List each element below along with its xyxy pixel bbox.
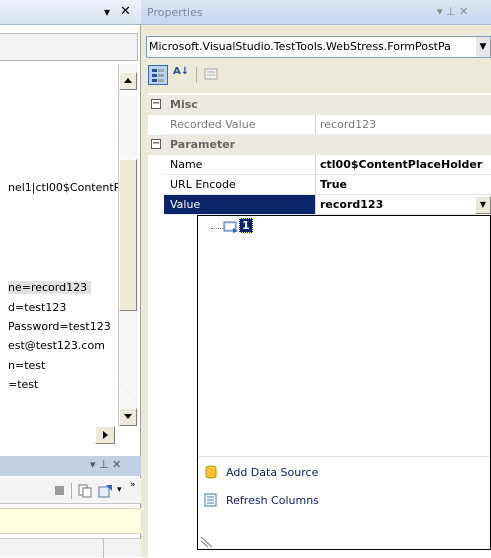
- list-item-selected[interactable]: ne=record123: [8, 281, 92, 294]
- collapse-icon[interactable]: −: [151, 139, 161, 149]
- refresh-columns-icon: [204, 493, 217, 507]
- property-name-selected: Value: [164, 195, 316, 215]
- property-value-input[interactable]: record123: [316, 195, 474, 215]
- left-panel-header: ▾ ✕: [0, 0, 141, 25]
- object-selector-dropdown[interactable]: Microsoft.VisualStudio.TestTools.WebStre…: [146, 36, 491, 58]
- collapse-icon[interactable]: −: [151, 99, 161, 109]
- properties-title-bar: Properties ▾ ⊥ ✕: [141, 0, 491, 25]
- sort-alpha-icon: A↓: [173, 66, 190, 77]
- properties-title: Properties: [147, 6, 203, 19]
- add-data-source-label: Add Data Source: [226, 466, 319, 479]
- left-panel-toolbar: [0, 33, 138, 61]
- close-icon[interactable]: ✕: [120, 4, 131, 19]
- object-selector-value: Microsoft.VisualStudio.TestTools.WebStre…: [149, 40, 451, 53]
- list-item[interactable]: nel1|ctl00$ContentPl: [8, 181, 118, 194]
- lower-tool-window-header: ▾ ⊥ ✕: [0, 456, 141, 476]
- export-icon[interactable]: [98, 483, 114, 499]
- scroll-thumb[interactable]: [119, 159, 137, 311]
- property-row-value[interactable]: Value record123 ▼: [148, 195, 491, 215]
- category-parameter[interactable]: − Parameter: [148, 135, 491, 155]
- categorized-icon: [152, 69, 164, 82]
- refresh-columns-label: Refresh Columns: [226, 494, 319, 507]
- dropdown-separator: [198, 456, 490, 457]
- vertical-scrollbar[interactable]: [118, 64, 138, 426]
- property-row-name[interactable]: Name ctl00$ContentPlaceHolder: [148, 155, 491, 175]
- resize-grip-icon[interactable]: [200, 534, 214, 548]
- column-divider: [103, 539, 104, 558]
- list-item[interactable]: Password=test123: [8, 320, 111, 333]
- tree-node-label[interactable]: 1: [239, 218, 253, 233]
- column-header-strip: [0, 538, 141, 558]
- scroll-right-arrow[interactable]: [95, 426, 115, 444]
- category-misc[interactable]: − Misc: [148, 95, 491, 115]
- toolbar-separator: [71, 483, 72, 499]
- scroll-up-arrow[interactable]: [119, 72, 137, 90]
- category-label: Misc: [170, 98, 198, 111]
- left-panel-content: nel1|ctl00$ContentPl ne=record123 d=test…: [0, 64, 118, 426]
- value-dropdown-button[interactable]: ▼: [475, 196, 491, 214]
- property-pages-icon: [204, 68, 218, 80]
- list-item[interactable]: =test: [8, 378, 38, 391]
- copy-icon[interactable]: [78, 484, 92, 498]
- list-item[interactable]: d=test123: [8, 301, 66, 314]
- property-row-url-encode[interactable]: URL Encode True: [148, 175, 491, 195]
- chevron-down-icon[interactable]: ▼: [476, 37, 490, 57]
- list-item[interactable]: est@test123.com: [8, 339, 105, 352]
- property-name: URL Encode: [164, 175, 316, 195]
- lower-toolbar: ▾ »: [0, 478, 141, 504]
- property-pages-button[interactable]: [202, 65, 222, 85]
- data-binding-dropdown: 1 Add Data Source Refresh Columns: [197, 215, 491, 550]
- property-value[interactable]: ctl00$ContentPlaceHolder: [316, 155, 491, 175]
- dropdown-arrow-icon[interactable]: ▾: [117, 485, 122, 495]
- data-source-node-icon[interactable]: [223, 220, 239, 234]
- left-panel: ▾ ✕ nel1|ctl00$ContentPl ne=record123 d=…: [0, 0, 141, 558]
- property-value[interactable]: True: [316, 175, 491, 195]
- refresh-columns-link[interactable]: Refresh Columns: [202, 492, 402, 510]
- categorized-button[interactable]: [148, 65, 168, 85]
- info-bar: [0, 508, 141, 534]
- window-position-icon[interactable]: ▾: [104, 5, 110, 19]
- stop-icon[interactable]: [55, 486, 64, 495]
- toolbar-overflow-icon[interactable]: »: [130, 480, 136, 490]
- property-row-recorded-value[interactable]: Recorded Value record123: [148, 115, 491, 135]
- properties-toolbar: A↓: [146, 63, 491, 87]
- list-item[interactable]: n=test: [8, 359, 45, 372]
- window-controls-icons[interactable]: ▾ ⊥ ✕: [437, 5, 468, 18]
- alphabetical-button[interactable]: A↓: [172, 65, 192, 85]
- category-label: Parameter: [170, 138, 236, 151]
- property-value: record123: [316, 115, 491, 135]
- scroll-down-arrow[interactable]: [119, 408, 137, 426]
- add-data-source-link[interactable]: Add Data Source: [202, 464, 402, 482]
- property-name: Recorded Value: [164, 115, 316, 135]
- database-icon: [205, 465, 217, 479]
- window-controls-icons[interactable]: ▾ ⊥ ✕: [90, 458, 121, 471]
- toolbar-separator: [196, 67, 197, 83]
- property-name: Name: [164, 155, 316, 175]
